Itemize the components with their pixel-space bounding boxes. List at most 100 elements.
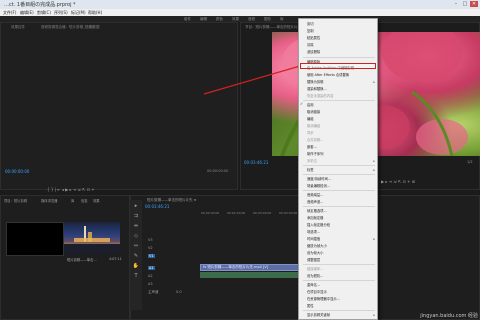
source-duration: 00:00:00:00: [207, 169, 229, 173]
menu-item-render-replace[interactable]: 渲染和替换...: [307, 86, 377, 92]
annotation-arrow: [203, 65, 301, 95]
clip-thumbnail[interactable]: [64, 222, 120, 254]
menu-item-nest[interactable]: 嵌套...: [307, 144, 377, 150]
menu-item-field-options[interactable]: 场选项...: [307, 229, 377, 235]
program-timecode[interactable]: 00:03:46:21: [244, 160, 268, 165]
clip-name[interactable]: 短片剪辑——单击…: [67, 257, 97, 262]
menu-item-set-to-frame[interactable]: 设为帧大小: [307, 250, 377, 256]
watermark: jingyan.baidu.com 经验: [420, 313, 478, 319]
audio-clip[interactable]: [200, 272, 300, 278]
slip-tool-icon[interactable]: ↔: [132, 242, 140, 250]
tab-effect-controls[interactable]: 效果控件: [11, 25, 25, 30]
menu-item-ripple-delete[interactable]: 波纹删除: [307, 49, 377, 55]
menu-item-adjustment-layer[interactable]: 调整图层: [307, 257, 377, 263]
menu-item-reveal-in-explorer[interactable]: 在资源管理器中显示...: [307, 296, 377, 302]
ruler-label-1: 00:02:00:00: [201, 211, 220, 215]
video-clip[interactable]: fx 短片剪辑——单击的短片片先.mp4 [V]: [200, 264, 300, 271]
menu-item-multi-camera[interactable]: 多机位 ▸: [307, 158, 377, 164]
sequence-thumbnail[interactable]: [6, 222, 64, 256]
pen-tool-icon[interactable]: ✎: [132, 252, 140, 260]
menu-item-merge-clips[interactable]: 合并剪辑...: [307, 137, 377, 143]
tab-info[interactable]: 信息: [81, 198, 88, 203]
program-fit-select[interactable]: 1/2: [467, 160, 473, 164]
menu-item-restore-unrendered[interactable]: 恢复未渲染的内容: [307, 93, 377, 99]
menu-item-rename[interactable]: 重命名...: [307, 282, 377, 288]
menu-item-audio-channels[interactable]: 音频声道...: [307, 199, 377, 205]
menu-item-ungroup[interactable]: 取消编组: [307, 123, 377, 129]
razor-tool-icon[interactable]: ◇: [132, 232, 140, 240]
close-button[interactable]: ✕: [470, 1, 478, 7]
menu-separator: [303, 165, 375, 166]
menu-highlight-box: [300, 63, 376, 69]
tab-effects[interactable]: 效果: [93, 198, 100, 203]
submenu-arrow-icon: ▸: [373, 237, 375, 241]
project-panel: 项目：短片剪辑 媒体浏览器 库 信息 效果 短片剪辑——单击… 4:07:11: [0, 195, 130, 320]
city-night-image: [64, 226, 120, 254]
menu-item-cut[interactable]: 剪切: [307, 21, 377, 27]
ruler-label-4: 00:03:30:00: [279, 211, 298, 215]
tab-project[interactable]: 项目：短片剪辑: [4, 198, 27, 203]
source-timecode[interactable]: 00:00:00:00: [5, 169, 29, 174]
selection-tool-icon[interactable]: ▸: [132, 202, 140, 210]
menu-item-label: 标签: [307, 168, 314, 172]
menu-item-scene-edit-detection[interactable]: 场景编辑检测...: [307, 183, 377, 189]
menu-item-time-interpolation[interactable]: 时间插值 ▸: [307, 236, 377, 242]
track-v3[interactable]: V3: [148, 238, 153, 242]
menu-item-scale-to-frame[interactable]: 缩放为帧大小: [307, 243, 377, 249]
track-a2[interactable]: A2: [148, 274, 153, 278]
ripple-edit-tool-icon[interactable]: ⇹: [132, 222, 140, 230]
menu-item-group[interactable]: 编组: [307, 116, 377, 122]
source-transport-controls[interactable]: { } | ⇤ ◂ ▶ ▸ ⇥ ⇲ ⇱ ⊡ +: [47, 187, 95, 192]
menu-item-paste-attributes[interactable]: 粘贴属性: [307, 35, 377, 41]
menu-item-insert-frame-hold[interactable]: 插入帧定格分段: [307, 222, 377, 228]
menu-separator: [303, 100, 375, 101]
menu-item-clear[interactable]: 清除: [307, 42, 377, 48]
menu-item-copy[interactable]: 复制: [307, 28, 377, 34]
ruler-label-2: 00:02:30:00: [227, 211, 246, 215]
program-transport-controls[interactable]: ▶ ▸ ⇥ ⇲ ⇱ ⊡ + ⊞: [381, 179, 415, 184]
tab-metadata[interactable]: 元数据: [89, 25, 100, 30]
tab-media-browser[interactable]: 媒体浏览器: [41, 198, 57, 203]
type-tool-icon[interactable]: T: [132, 272, 140, 280]
menu-item-enable[interactable]: 启用: [307, 102, 377, 108]
menu-separator: [303, 57, 375, 58]
menu-item-reveal-in-project[interactable]: 在项目中显示: [307, 289, 377, 295]
menu-separator: [303, 310, 375, 311]
menu-item-make-subsequence[interactable]: 制作子序列: [307, 151, 377, 157]
track-select-tool-icon[interactable]: ⇉: [132, 212, 140, 220]
menu-item-frame-hold-options[interactable]: 帧定格选项...: [307, 208, 377, 214]
menu-item-speed-duration[interactable]: 速度/持续时间...: [307, 176, 377, 182]
track-master[interactable]: 主声道: [148, 290, 159, 295]
track-a1[interactable]: A1: [148, 266, 155, 270]
tools-panel: ▸ ⇉ ⇹ ◇ ↔ ✎ ✋ T: [130, 200, 142, 310]
menu-item-make-offline[interactable]: 设为脱机...: [307, 273, 377, 279]
menu-item-add-frame-hold[interactable]: 添加帧定格: [307, 215, 377, 221]
menu-item-show-keyframes[interactable]: 显示剪辑关键帧 ▸: [307, 312, 377, 318]
window-title: …ct. 1番目組の完成品.prproj *: [4, 2, 76, 8]
menu-item-replace-ae[interactable]: 使用 After Effects 合成替换: [307, 72, 377, 78]
timeline-tab[interactable]: 短片剪辑——单击的短片片先 ≡: [147, 198, 197, 203]
menu-item-link-media[interactable]: 链接媒体...: [307, 266, 377, 272]
menu-item-label-color[interactable]: 标签 ▸: [307, 167, 377, 173]
ruler-label-3: 00:03:00:00: [253, 211, 272, 215]
minimize-button[interactable]: –: [452, 1, 460, 7]
submenu-arrow-icon: ▸: [373, 159, 375, 163]
master-volume-value[interactable]: 0.0: [176, 290, 182, 294]
tab-audio-clip-mixer[interactable]: 音频剪辑混合器：短片剪辑_视频1: [41, 25, 94, 30]
tab-libraries[interactable]: 库: [71, 198, 74, 203]
timeline-timecode[interactable]: 00:03:46:21: [145, 204, 169, 209]
track-v1[interactable]: V1: [148, 254, 155, 258]
track-v2[interactable]: V2: [148, 246, 153, 250]
menu-separator: [303, 280, 375, 281]
hand-tool-icon[interactable]: ✋: [132, 262, 140, 270]
submenu-arrow-icon: ▸: [373, 168, 375, 172]
menu-item-synchronize[interactable]: 同步: [307, 130, 377, 136]
menu-item-replace-with-clip[interactable]: 替换为剪辑 ▸: [307, 79, 377, 85]
menu-separator: [303, 190, 375, 191]
menu-item-unlink[interactable]: 取消链接: [307, 109, 377, 115]
program-tab[interactable]: 节目：短片剪辑——单击的短片片先 ≡: [245, 25, 305, 30]
menu-item-audio-gain[interactable]: 音频增益...: [307, 192, 377, 198]
track-a3[interactable]: A3: [148, 282, 153, 286]
maximize-button[interactable]: □: [461, 1, 469, 7]
menu-item-properties[interactable]: 属性: [307, 303, 377, 309]
